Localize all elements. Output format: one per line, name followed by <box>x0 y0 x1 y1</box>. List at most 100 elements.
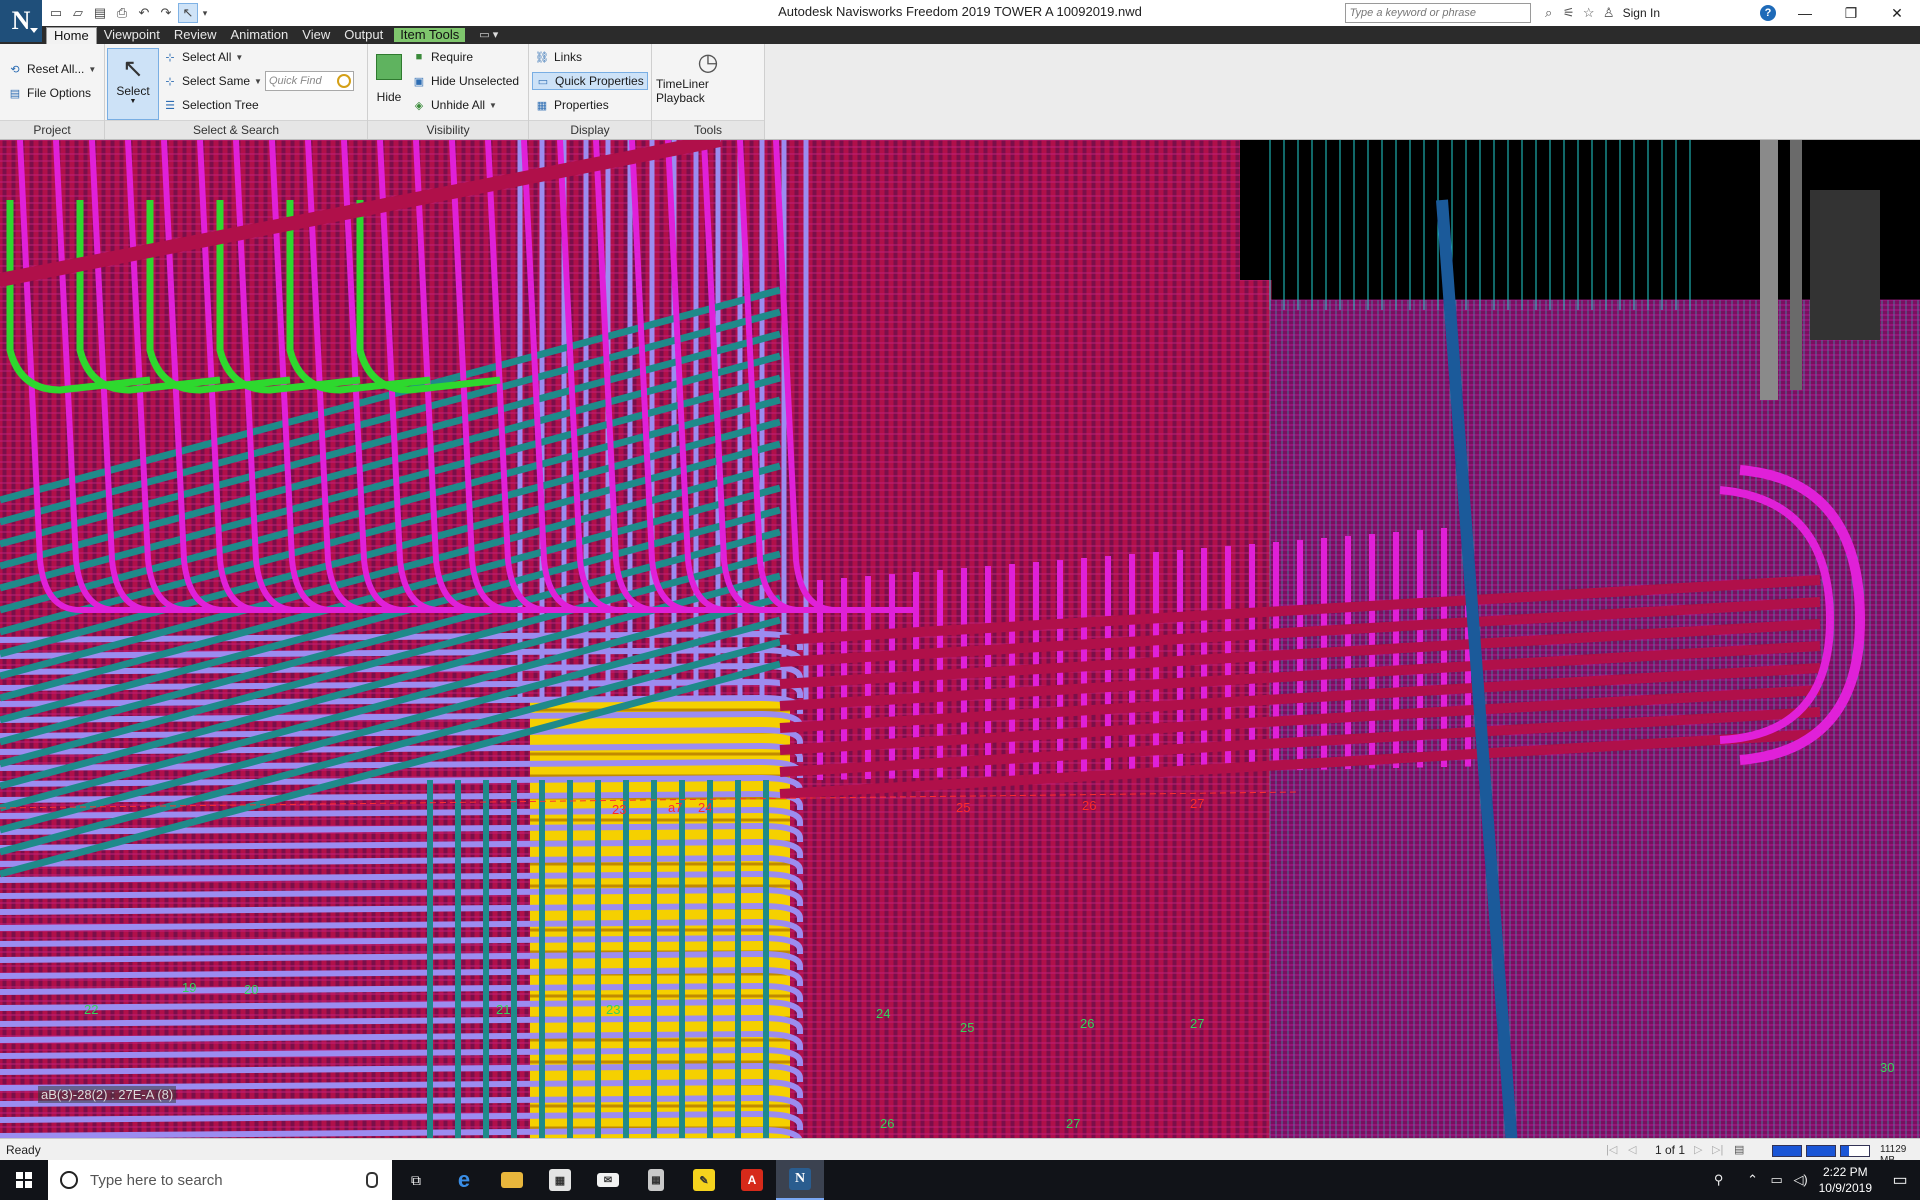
reset-all-button[interactable]: ⟲ Reset All... ▼ <box>8 62 96 76</box>
quick-find-input[interactable]: Quick Find <box>265 71 354 91</box>
select-cursor-icon[interactable]: ↖ <box>178 3 198 23</box>
taskbar-edge[interactable]: e <box>440 1160 488 1200</box>
timeliner-playback-button[interactable]: ◷ TimeLiner Playback <box>656 48 760 108</box>
hide-button[interactable]: Hide <box>372 48 406 118</box>
hide-unselected-icon: ▣ <box>413 75 425 88</box>
action-center-icon[interactable]: ▭ <box>1880 1160 1920 1200</box>
links-button[interactable]: ⛓ Links <box>535 50 582 64</box>
tab-animation[interactable]: Animation <box>223 26 295 44</box>
selected-object-label: aB(3)-28(2) : 27E-A (8) <box>38 1086 177 1103</box>
disk-progress-meter <box>1806 1145 1836 1157</box>
task-view-button[interactable]: ⧉ <box>392 1160 440 1200</box>
last-sheet-icon[interactable]: ▷| <box>1712 1143 1723 1156</box>
panel-title-select-search: Select & Search <box>105 120 367 139</box>
taskbar-calculator[interactable]: ▦ <box>632 1160 680 1200</box>
navisworks-icon: N <box>789 1168 811 1190</box>
taskbar-file-explorer[interactable] <box>488 1160 536 1200</box>
taskbar-navisworks[interactable]: N <box>776 1160 824 1200</box>
new-file-icon[interactable]: ▭ <box>46 3 66 23</box>
ribbon-tab-bar: Home Viewpoint Review Animation View Out… <box>0 26 1920 45</box>
people-icon[interactable]: ⚲ <box>1707 1172 1731 1188</box>
unhide-all-button[interactable]: ◈ Unhide All ▼ <box>412 98 497 112</box>
redo-icon[interactable]: ↷ <box>156 3 176 23</box>
background-building <box>1810 190 1880 340</box>
help-icon[interactable]: ? <box>1760 5 1776 21</box>
favorites-star-icon[interactable]: ☆ <box>1579 3 1599 23</box>
application-menu-button[interactable]: N <box>0 0 42 42</box>
start-button[interactable] <box>0 1160 48 1200</box>
taskbar-store[interactable]: ▦ <box>536 1160 584 1200</box>
select-same-button[interactable]: ⊹ Select Same ▼ <box>163 74 262 88</box>
panel-title-visibility: Visibility <box>368 120 528 139</box>
gridline-label: 20 <box>244 982 259 997</box>
store-bag-icon: ▦ <box>549 1169 571 1191</box>
require-button[interactable]: ■ Require <box>412 50 473 64</box>
save-icon[interactable]: ▤ <box>90 3 110 23</box>
taskbar-sticky-notes[interactable]: ✎ <box>680 1160 728 1200</box>
next-sheet-icon[interactable]: ▷ <box>1694 1143 1702 1156</box>
open-file-icon[interactable]: ▱ <box>68 3 88 23</box>
undo-icon[interactable]: ↶ <box>134 3 154 23</box>
gridline-label: 22 <box>84 1002 99 1017</box>
gridline-label: 27 <box>1190 1016 1205 1031</box>
help-search-input[interactable]: Type a keyword or phrase <box>1344 3 1531 23</box>
print-icon[interactable]: ⎙ <box>112 3 132 23</box>
user-icon[interactable]: ♙ <box>1599 3 1619 23</box>
taskbar-mail[interactable]: ✉ <box>584 1160 632 1200</box>
network-icon[interactable]: ▭ <box>1765 1172 1789 1188</box>
sign-in-button[interactable]: Sign In <box>1623 6 1660 20</box>
quick-find-search-icon[interactable] <box>337 74 351 88</box>
select-all-icon: ⊹ <box>165 51 175 64</box>
previous-sheet-icon[interactable]: ◁ <box>1628 1143 1636 1156</box>
gridline-label: 24 <box>698 800 713 815</box>
communication-center-icon[interactable]: ⚟ <box>1559 3 1579 23</box>
tab-output[interactable]: Output <box>337 26 390 44</box>
taskbar-acrobat[interactable]: A <box>728 1160 776 1200</box>
steel-column <box>1760 140 1778 400</box>
dropdown-arrow-icon: ▼ <box>254 76 262 86</box>
panel-visibility: Hide ■ Require ▣ Hide Unselected ◈ Unhide A… <box>368 44 529 139</box>
taskbar-clock[interactable]: 2:22 PM 10/9/2019 <box>1819 1164 1872 1196</box>
close-button[interactable]: ✕ <box>1874 0 1920 26</box>
dropdown-arrow-icon: ▼ <box>88 64 97 74</box>
binoculars-icon[interactable]: ⌕ <box>1539 3 1559 23</box>
rebar-model-render[interactable] <box>0 140 1920 1146</box>
first-sheet-icon[interactable]: |◁ <box>1606 1143 1617 1156</box>
require-icon: ■ <box>415 51 423 63</box>
tab-item-tools[interactable]: Item Tools <box>394 28 466 42</box>
restore-button[interactable]: ❐ <box>1828 0 1874 26</box>
cortana-icon <box>60 1171 78 1189</box>
title-bar: N ▭ ▱ ▤ ⎙ ↶ ↷ ↖ ▾ Autodesk Navisworks Fr… <box>0 0 1920 42</box>
gridline-label: 23 <box>606 1002 621 1017</box>
tab-view[interactable]: View <box>295 26 337 44</box>
select-button[interactable]: ↖ Select ▼ <box>107 48 159 120</box>
microphone-icon[interactable] <box>366 1172 378 1188</box>
volume-icon[interactable]: ◁) <box>1789 1172 1813 1188</box>
task-view-icon: ⧉ <box>411 1171 421 1188</box>
steel-column <box>1790 140 1802 390</box>
mail-icon: ✉ <box>597 1173 619 1187</box>
tab-home[interactable]: Home <box>46 27 97 45</box>
selection-tree-button[interactable]: ☰ Selection Tree <box>163 98 259 112</box>
show-hidden-icons-icon[interactable]: ⌃ <box>1741 1172 1765 1188</box>
select-all-button[interactable]: ⊹ Select All ▼ <box>163 50 243 64</box>
panel-project: ⟲ Reset All... ▼ ▤ File Options Project <box>0 44 105 139</box>
title-bar-right: Type a keyword or phrase ⌕ ⚟ ☆ ♙ Sign In… <box>1344 0 1920 26</box>
properties-icon: ▦ <box>536 99 548 112</box>
quick-properties-button[interactable]: ▭ Quick Properties <box>532 72 648 90</box>
tab-viewpoint[interactable]: Viewpoint <box>97 26 167 44</box>
hide-unselected-button[interactable]: ▣ Hide Unselected <box>412 74 519 88</box>
ribbon-minimize-icon[interactable]: ▭ ▾ <box>479 26 498 44</box>
gridline-label: 21 <box>496 1002 511 1017</box>
customize-toolbar-icon[interactable]: ▾ <box>200 3 210 23</box>
links-icon: ⛓ <box>535 51 549 64</box>
file-options-button[interactable]: ▤ File Options <box>8 86 91 100</box>
sheet-browser-icon[interactable]: ▤ <box>1734 1143 1744 1156</box>
minimize-button[interactable]: — <box>1782 0 1828 26</box>
gridline-label: 27 <box>1066 1116 1081 1131</box>
taskbar-search-box[interactable]: Type here to search <box>48 1160 392 1200</box>
properties-button[interactable]: ▦ Properties <box>535 98 609 112</box>
tab-review[interactable]: Review <box>167 26 224 44</box>
3d-viewport[interactable]: 23 a7 24 25 26 27 22 19 20 21 23 24 25 2… <box>0 140 1920 1146</box>
reset-icon: ⟲ <box>10 63 20 76</box>
